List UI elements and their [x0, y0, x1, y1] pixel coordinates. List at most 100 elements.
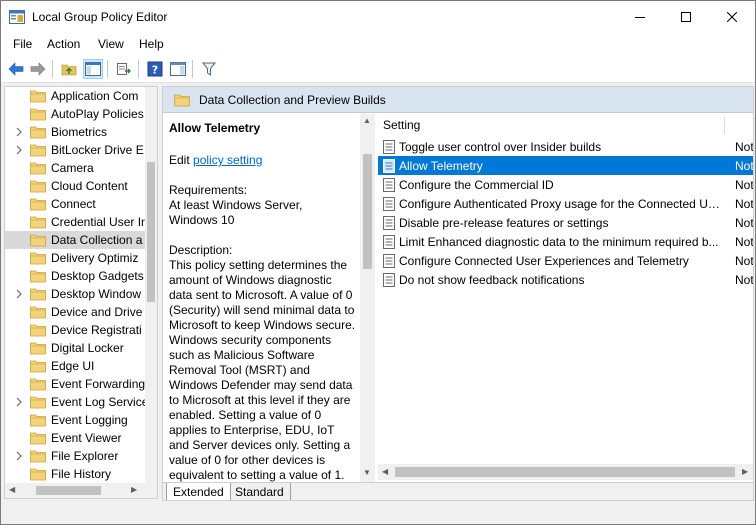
menu-action[interactable]: Action	[47, 37, 80, 51]
menu-file[interactable]: File	[13, 37, 32, 51]
tree-item[interactable]: Credential User In	[5, 213, 145, 231]
folder-icon	[30, 180, 46, 193]
minimize-button[interactable]	[617, 1, 663, 33]
description-scrollbar-thumb[interactable]	[363, 154, 372, 269]
up-one-level-button[interactable]	[59, 59, 79, 79]
tree-vertical-scrollbar[interactable]	[145, 87, 157, 483]
tree-item[interactable]: Cloud Content	[5, 177, 145, 195]
tree-item-label: AutoPlay Policies	[51, 107, 144, 121]
help-button[interactable]: ?	[145, 59, 165, 79]
requirements-text: Requirements: At least Windows Server, W…	[169, 183, 303, 227]
scroll-up-arrow-icon[interactable]: ▲	[363, 116, 371, 125]
tree-item[interactable]: Event Forwarding	[5, 375, 145, 393]
tree-item[interactable]: AutoPlay Policies	[5, 105, 145, 123]
tree-item-label: File History	[51, 467, 112, 481]
close-button[interactable]	[709, 1, 755, 33]
column-divider[interactable]	[724, 116, 725, 134]
list-hscroll-thumb[interactable]	[395, 467, 735, 477]
folder-icon	[30, 270, 46, 283]
setting-state: Not	[735, 235, 754, 249]
description-text: Description: This policy setting determi…	[169, 243, 356, 482]
folder-icon	[30, 108, 46, 121]
policy-setting-link[interactable]: policy setting	[193, 153, 262, 167]
chevron-right-icon[interactable]	[14, 145, 24, 155]
chevron-right-icon[interactable]	[14, 127, 24, 137]
console-tree-icon	[85, 62, 101, 76]
setting-name: Toggle user control over Insider builds	[399, 140, 602, 154]
tree-item[interactable]: Connect	[5, 195, 145, 213]
tree-item[interactable]: BitLocker Drive E	[5, 141, 145, 159]
policy-setting-icon	[383, 216, 395, 230]
tree-hscroll-thumb[interactable]	[36, 486, 101, 495]
tree-item[interactable]: Application Com	[5, 87, 145, 105]
folder-icon	[30, 360, 46, 373]
category-title: Data Collection and Preview Builds	[199, 93, 386, 107]
setting-state: Not	[735, 159, 754, 173]
chevron-right-icon[interactable]	[14, 397, 24, 407]
setting-row[interactable]: Toggle user control over Insider builds N…	[378, 137, 753, 156]
tree-item[interactable]: File History	[5, 465, 145, 483]
folder-icon	[30, 450, 46, 463]
tree-item[interactable]: Device and Drive	[5, 303, 145, 321]
tree-item[interactable]: Delivery Optimiz	[5, 249, 145, 267]
back-button[interactable]	[6, 59, 26, 79]
menu-help[interactable]: Help	[139, 37, 164, 51]
folder-icon	[30, 324, 46, 337]
tree-item[interactable]: Device Registrati	[5, 321, 145, 339]
folder-icon	[30, 378, 46, 391]
chevron-right-icon[interactable]	[14, 451, 24, 461]
filter-button[interactable]	[199, 59, 219, 79]
tree-horizontal-scrollbar[interactable]: ◀ ▶	[5, 483, 157, 498]
setting-row[interactable]: Allow Telemetry Not	[378, 156, 754, 175]
scroll-left-arrow-icon[interactable]: ◀	[9, 485, 15, 494]
setting-row[interactable]: Limit Enhanced diagnostic data to the mi…	[378, 232, 754, 251]
setting-row[interactable]: Do not show feedback notifications Not	[378, 270, 753, 289]
setting-row[interactable]: Configure Authenticated Proxy usage for …	[378, 194, 753, 213]
tree-scrollbar-thumb[interactable]	[147, 162, 155, 302]
setting-row[interactable]: Disable pre-release features or settings…	[378, 213, 753, 232]
scroll-right-arrow-icon[interactable]: ▶	[742, 467, 748, 476]
column-header-setting[interactable]: Setting	[383, 118, 420, 132]
policy-setting-icon	[383, 197, 395, 211]
tree-item-label: Application Com	[51, 89, 139, 103]
edit-line: Edit policy setting	[169, 153, 262, 167]
tree-item[interactable]: File Explorer	[5, 447, 145, 465]
tab-extended[interactable]: Extended	[166, 483, 231, 500]
toolbar: ?	[1, 55, 755, 83]
tree-item[interactable]: Camera	[5, 159, 145, 177]
tree-item[interactable]: Data Collection a	[5, 231, 145, 249]
list-horizontal-scrollbar[interactable]: ◀ ▶	[378, 464, 753, 480]
menu-view[interactable]: View	[98, 37, 124, 51]
setting-row[interactable]: Configure the Commercial ID Not	[378, 175, 753, 194]
tree-item-label: Device and Drive	[51, 305, 143, 319]
forward-button[interactable]	[28, 59, 48, 79]
show-hide-console-tree-button[interactable]	[83, 59, 103, 79]
status-bar	[1, 503, 755, 524]
setting-name: Configure the Commercial ID	[399, 178, 554, 192]
title-bar: Local Group Policy Editor	[1, 1, 755, 33]
tree-item[interactable]: Desktop Window	[5, 285, 145, 303]
chevron-right-icon[interactable]	[14, 289, 24, 299]
show-action-pane-button[interactable]	[168, 59, 188, 79]
tab-standard[interactable]: Standard	[229, 483, 291, 500]
tree-item[interactable]: Biometrics	[5, 123, 145, 141]
tree-item-label: Camera	[51, 161, 94, 175]
toolbar-separator	[138, 60, 139, 78]
scroll-left-arrow-icon[interactable]: ◀	[382, 467, 388, 476]
scroll-right-arrow-icon[interactable]: ▶	[131, 485, 137, 494]
maximize-button[interactable]	[663, 1, 709, 33]
tree-item[interactable]: Digital Locker	[5, 339, 145, 357]
tree-item[interactable]: Event Logging	[5, 411, 145, 429]
setting-row[interactable]: Configure Connected User Experiences and…	[378, 251, 753, 270]
description-scrollbar[interactable]: ▲ ▼	[360, 114, 375, 482]
edit-prefix: Edit	[169, 153, 194, 167]
scroll-down-arrow-icon[interactable]: ▼	[363, 468, 371, 477]
tree-item-label: Cloud Content	[51, 179, 128, 193]
tree-item[interactable]: Desktop Gadgets	[5, 267, 145, 285]
tree-item[interactable]: Event Viewer	[5, 429, 145, 447]
tree-item[interactable]: Event Log Service	[5, 393, 145, 411]
tree-item[interactable]: Edge UI	[5, 357, 145, 375]
export-list-button[interactable]	[114, 59, 134, 79]
folder-icon	[30, 306, 46, 319]
details-pane: Data Collection and Preview Builds Allow…	[162, 86, 754, 501]
